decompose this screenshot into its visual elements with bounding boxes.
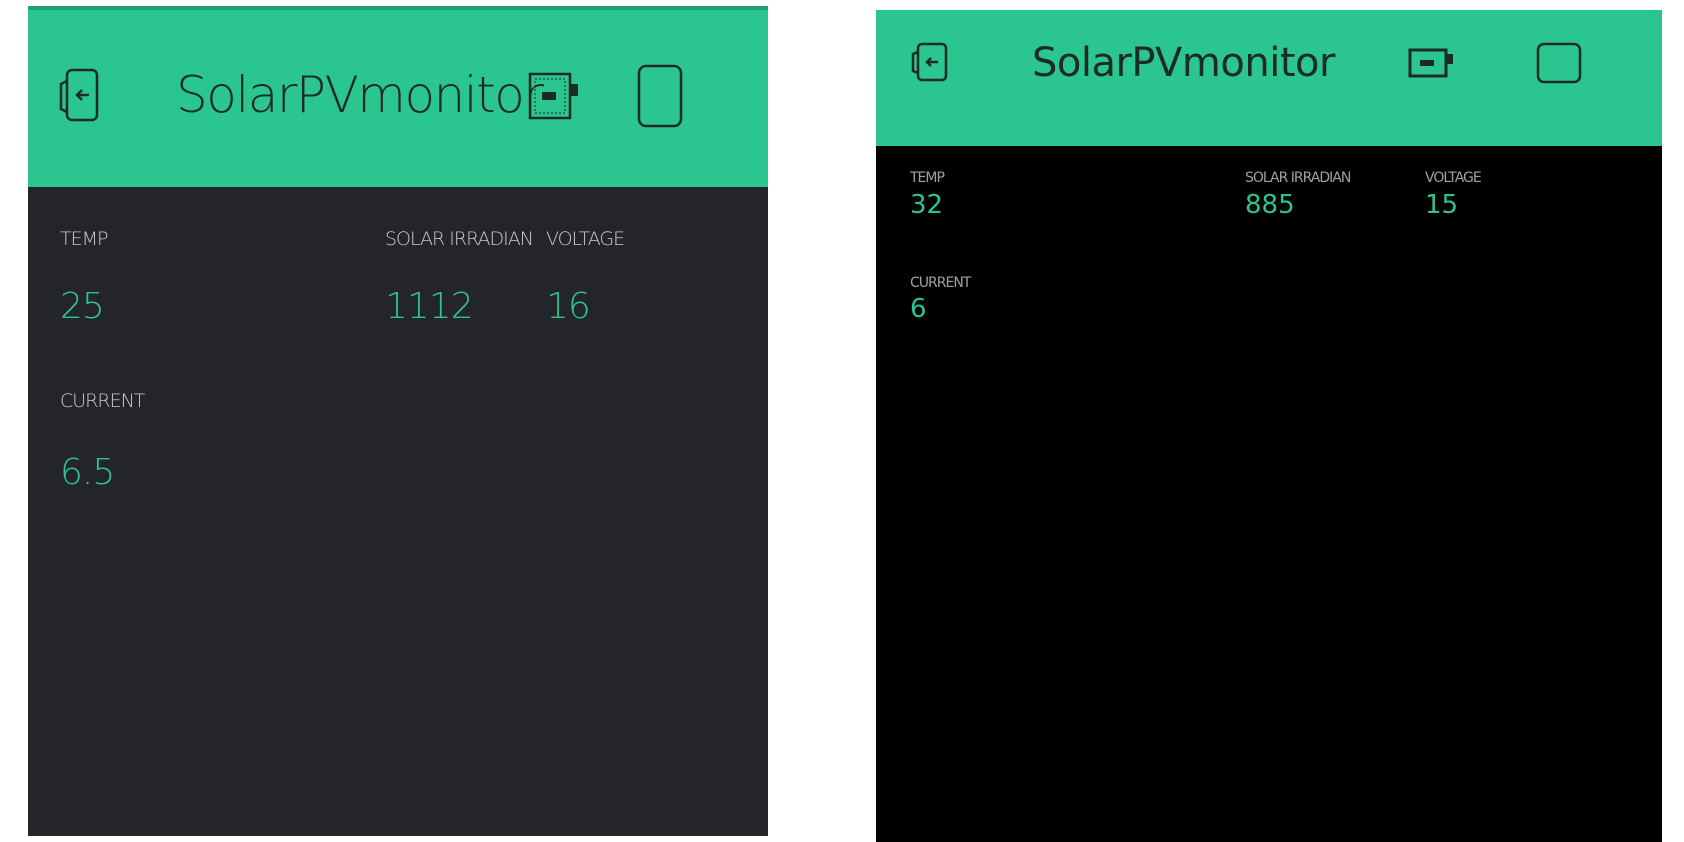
temp-label: TEMP <box>910 170 945 186</box>
temp-value: 32 <box>910 190 944 220</box>
temp-label: TEMP <box>60 228 108 250</box>
blank-square-icon[interactable] <box>1536 42 1582 84</box>
current-label: CURRENT <box>60 390 145 412</box>
voltage-label: VOLTAGE <box>1425 170 1482 186</box>
temp-value: 25 <box>60 286 105 327</box>
current-value: 6.5 <box>60 452 115 493</box>
exit-icon[interactable] <box>910 42 950 82</box>
solar-irradiance-label: SOLAR IRRADIAN <box>1245 170 1351 186</box>
app-title: SolarPVmonitor <box>1032 40 1335 86</box>
app-screen-left: SolarPVmonitor TEMP 25 SOLAR IRRADIAN 11… <box>28 6 768 836</box>
solar-irradiance-value: 885 <box>1245 190 1295 220</box>
voltage-value: 16 <box>546 286 591 327</box>
current-label: CURRENT <box>910 275 971 291</box>
device-icon[interactable] <box>1408 48 1456 78</box>
app-header: SolarPVmonitor <box>28 10 768 187</box>
exit-icon[interactable] <box>58 67 102 123</box>
current-value: 6 <box>910 294 927 324</box>
app-header: SolarPVmonitor <box>876 10 1662 146</box>
solar-irradiance-label: SOLAR IRRADIAN <box>385 228 534 250</box>
device-icon[interactable] <box>528 72 582 120</box>
app-screen-right: SolarPVmonitor TEMP 32 SOLAR IRRADIAN 88… <box>876 10 1662 842</box>
app-title: SolarPVmonitor <box>176 66 544 124</box>
solar-irradiance-value: 1112 <box>385 286 474 327</box>
voltage-label: VOLTAGE <box>546 228 625 250</box>
voltage-value: 15 <box>1425 190 1459 220</box>
blank-square-icon[interactable] <box>637 64 683 128</box>
